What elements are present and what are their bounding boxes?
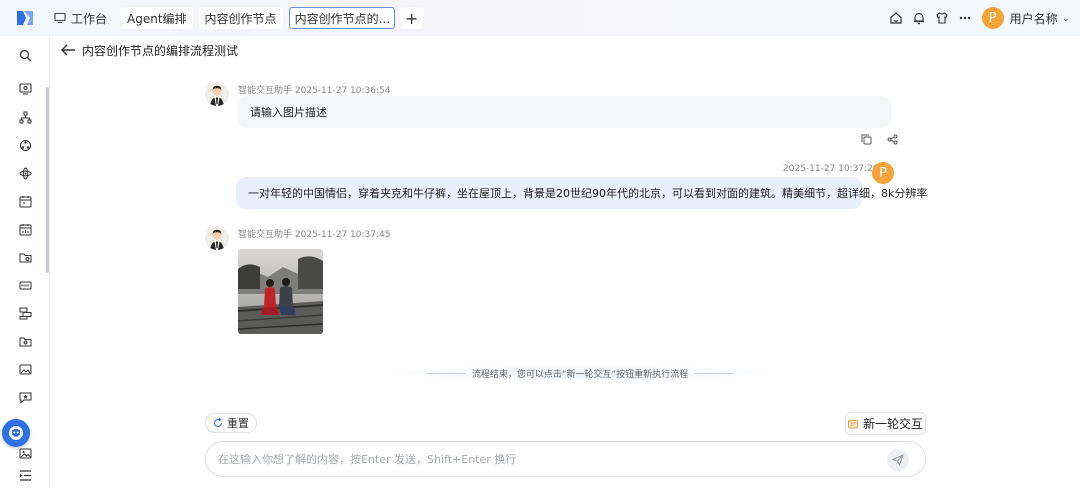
org-tree-icon[interactable] <box>17 109 33 125</box>
chat-input[interactable] <box>218 452 858 466</box>
picture-icon[interactable] <box>17 445 33 461</box>
tab-label: Agent编排 <box>127 11 187 26</box>
reset-button[interactable]: 重置 <box>205 413 257 433</box>
sidebar-scrollbar[interactable] <box>46 87 49 273</box>
bot-message-bubble: 请输入图片描述 <box>238 96 891 128</box>
message-time: 2025-11-27 10:37:26 <box>783 164 879 174</box>
user-message-bubble: 一对年轻的中国情侣，穿着夹克和牛仔裤，坐在屋顶上，背景是20世纪90年代的北京，… <box>236 177 927 209</box>
page-title: 内容创作节点的编排流程测试 <box>82 43 239 58</box>
bell-icon[interactable] <box>911 10 927 26</box>
folder-gear-icon[interactable] <box>17 333 33 349</box>
keyboard-icon[interactable] <box>17 277 33 293</box>
share-icon[interactable] <box>886 133 898 145</box>
collapse-menu-icon[interactable] <box>17 467 33 483</box>
new-round-button[interactable]: 新一轮交互 <box>845 412 926 435</box>
message-time: 2025-11-27 10:36:54 <box>294 86 391 96</box>
folder-search-icon[interactable] <box>17 249 33 265</box>
top-bar: 工作台 Agent编排 内容创作节点 内容创作节点的... + P 用户名称 ⌄ <box>0 0 1080 36</box>
stack-icon[interactable] <box>17 305 33 321</box>
sender-name: 智能交互助手 <box>238 86 293 96</box>
calendar-chart-icon[interactable] <box>17 221 33 237</box>
app-logo-icon[interactable] <box>14 7 36 29</box>
flow-end-notice: 流程结束，您可以点击“新一轮交互”按钮重新执行流程 <box>380 365 780 381</box>
message-meta: 智能交互助手 2025-11-27 10:37:45 <box>238 227 390 240</box>
sidebar <box>0 36 50 489</box>
tab-agent[interactable]: Agent编排 <box>121 7 193 29</box>
couple-on-rooftop-image[interactable] <box>238 249 323 334</box>
user-name[interactable]: 用户名称 <box>1010 10 1058 27</box>
chevron-down-icon[interactable]: ⌄ <box>1062 13 1070 24</box>
user-message-avatar: P <box>872 162 894 184</box>
image-folder-icon[interactable] <box>17 361 33 377</box>
cycle-icon[interactable] <box>17 137 33 153</box>
flow-end-text: 流程结束，您可以点击“新一轮交互”按钮重新执行流程 <box>471 369 689 380</box>
divider <box>425 372 466 374</box>
divider <box>694 372 735 374</box>
tab-content-node-flow[interactable]: 内容创作节点的... <box>288 7 395 29</box>
more-icon[interactable] <box>957 10 973 26</box>
tab-content-node[interactable]: 内容创作节点 <box>198 7 283 29</box>
message-time: 2025-11-27 10:37:45 <box>294 230 391 240</box>
reset-label: 重置 <box>227 417 249 430</box>
bot-avatar <box>205 226 229 250</box>
tab-label: 工作台 <box>71 11 108 26</box>
message-text: 一对年轻的中国情侣，穿着夹克和牛仔裤，坐在屋顶上，背景是20世纪90年代的北京，… <box>248 187 928 200</box>
new-round-label: 新一轮交互 <box>862 417 923 431</box>
search-icon[interactable] <box>17 47 33 63</box>
atom-icon[interactable] <box>17 165 33 181</box>
user-avatar[interactable]: P <box>981 7 1004 29</box>
tab-label: 内容创作节点 <box>204 11 277 26</box>
screen-icon[interactable] <box>17 81 33 97</box>
message-actions <box>846 133 898 145</box>
page-header: 内容创作节点的编排流程测试 <box>50 36 1080 64</box>
add-tab-button[interactable]: + <box>400 7 423 29</box>
copy-icon[interactable] <box>860 133 872 145</box>
message-meta: 智能交互助手 2025-11-27 10:36:54 <box>238 83 390 96</box>
top-right-tools: P 用户名称 ⌄ <box>888 0 1080 36</box>
shirt-icon[interactable] <box>934 10 950 26</box>
send-button[interactable] <box>887 449 909 471</box>
monitor-icon <box>54 12 66 24</box>
sender-name: 智能交互助手 <box>238 230 293 240</box>
calendar-icon[interactable] <box>17 193 33 209</box>
home-icon[interactable] <box>888 10 904 26</box>
message-star-icon[interactable] <box>17 389 33 405</box>
chat-input-box <box>205 441 926 477</box>
bot-avatar <box>205 82 229 106</box>
tab-label: 内容创作节点的... <box>294 11 391 26</box>
refresh-icon <box>213 418 223 428</box>
send-icon <box>892 454 904 466</box>
tab-workbench[interactable]: 工作台 <box>48 7 113 29</box>
message-text: 请输入图片描述 <box>250 106 327 119</box>
assistant-float-icon[interactable] <box>2 419 30 447</box>
new-chat-icon <box>848 419 858 428</box>
back-arrow-icon[interactable] <box>60 43 76 57</box>
